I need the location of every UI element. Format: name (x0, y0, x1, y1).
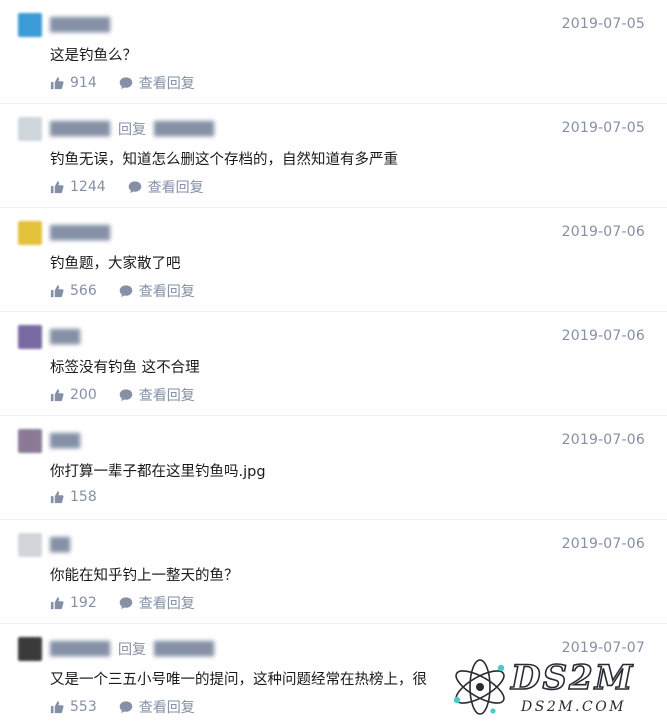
view-replies-label: 查看回复 (147, 180, 204, 196)
thumbs-up-icon (50, 285, 64, 298)
reply-target-username[interactable]: ██████ (154, 642, 214, 657)
view-replies-label: 查看回复 (138, 284, 195, 300)
comment-item: ██ 2019-07-06 你能在知乎钓上一整天的鱼？ 192 查看回复 (0, 520, 667, 624)
comment-item: ██████ 2019-07-05 这是钓鱼么？ 914 查看回复 (0, 0, 667, 104)
comment-content: 钓鱼题，大家散了吧 (50, 256, 181, 272)
atom-logo-icon (453, 659, 505, 715)
comment-date: 2019-07-06 (561, 432, 645, 448)
comment-date: 2019-07-05 (561, 16, 645, 32)
comment-actions: 200 查看回复 (50, 385, 195, 405)
watermark-subtitle: DS2M.COM (521, 699, 627, 715)
comment-content: 你能在知乎钓上一整天的鱼？ (50, 568, 239, 584)
comment-actions: 1244 查看回复 (50, 177, 204, 197)
view-replies-label: 查看回复 (138, 596, 195, 612)
speech-bubble-icon (119, 77, 133, 90)
like-count: 1244 (70, 179, 106, 195)
comment-header: ███ (18, 324, 80, 350)
comment-date: 2019-07-06 (561, 328, 645, 344)
comment-header: ██████ (18, 12, 110, 38)
comment-content: 又是一个三五小号唯一的提问，这种问题经常在热榜上，很 (50, 672, 427, 688)
avatar[interactable] (18, 117, 42, 141)
like-button[interactable]: 553 (50, 699, 97, 715)
view-replies-button[interactable]: 查看回复 (128, 177, 204, 197)
view-replies-button[interactable]: 查看回复 (119, 281, 195, 301)
speech-bubble-icon (128, 181, 141, 194)
comment-date: 2019-07-06 (561, 224, 645, 240)
reply-indicator: 回复 (118, 642, 146, 658)
comment-header: ███ (18, 428, 80, 454)
comment-date: 2019-07-06 (561, 536, 645, 552)
avatar[interactable] (18, 637, 42, 661)
comment-content: 标签没有钓鱼 这不合理 (50, 360, 200, 376)
like-button[interactable]: 192 (50, 595, 97, 611)
speech-bubble-icon (119, 597, 133, 610)
view-replies-button[interactable]: 查看回复 (119, 385, 195, 405)
comment-header: ██████ 回复 ██████ (18, 636, 214, 662)
reply-indicator: 回复 (118, 122, 146, 138)
comment-item: ██████ 2019-07-06 钓鱼题，大家散了吧 566 查看回复 (0, 208, 667, 312)
like-count: 553 (70, 699, 97, 715)
thumbs-up-icon (50, 181, 64, 194)
comment-content: 钓鱼无误，知道怎么删这个存档的，自然知道有多严重 (50, 152, 398, 168)
comment-actions: 566 查看回复 (50, 281, 195, 301)
comment-actions: 553 查看回复 (50, 697, 195, 717)
avatar[interactable] (18, 429, 42, 453)
like-count: 566 (70, 283, 97, 299)
like-button[interactable]: 200 (50, 387, 97, 403)
comment-header: ██████ (18, 220, 110, 246)
reply-target-username[interactable]: ██████ (154, 122, 214, 137)
avatar[interactable] (18, 221, 42, 245)
thumbs-up-icon (50, 701, 64, 714)
like-count: 192 (70, 595, 97, 611)
username[interactable]: ███ (50, 434, 80, 449)
comment-item: ███ 2019-07-06 你打算一辈子都在这里钓鱼吗.jpg 158 (0, 416, 667, 520)
comment-header: ██ (18, 532, 70, 558)
view-replies-button[interactable]: 查看回复 (119, 593, 195, 613)
comment-content: 你打算一辈子都在这里钓鱼吗.jpg (50, 464, 266, 480)
avatar[interactable] (18, 325, 42, 349)
speech-bubble-icon (119, 389, 133, 402)
comment-actions: 158 (50, 489, 97, 505)
comment-content: 这是钓鱼么？ (50, 48, 137, 64)
thumbs-up-icon (50, 597, 64, 610)
username[interactable]: ██████ (50, 642, 110, 657)
view-replies-button[interactable]: 查看回复 (119, 73, 195, 93)
comment-actions: 192 查看回复 (50, 593, 195, 613)
like-button[interactable]: 158 (50, 489, 97, 505)
comment-item: ██████ 回复 ██████ 2019-07-05 钓鱼无误，知道怎么删这个… (0, 104, 667, 208)
watermark-title: DS2M (510, 657, 635, 699)
comment-list: ██████ 2019-07-05 这是钓鱼么？ 914 查看回复 ██████… (0, 0, 667, 728)
username[interactable]: ██████ (50, 226, 110, 241)
comment-item: ███ 2019-07-06 标签没有钓鱼 这不合理 200 查看回复 (0, 312, 667, 416)
like-button[interactable]: 914 (50, 75, 97, 91)
like-count: 158 (70, 489, 97, 505)
like-count: 914 (70, 75, 97, 91)
view-replies-button[interactable]: 查看回复 (119, 697, 195, 717)
view-replies-label: 查看回复 (138, 76, 195, 92)
avatar[interactable] (18, 533, 42, 557)
username[interactable]: ███ (50, 330, 80, 345)
view-replies-label: 查看回复 (138, 388, 195, 404)
like-count: 200 (70, 387, 97, 403)
site-watermark: DS2M DS2M.COM (447, 656, 663, 720)
comment-header: ██████ 回复 ██████ (18, 116, 214, 142)
username[interactable]: ██ (50, 538, 70, 553)
comment-actions: 914 查看回复 (50, 73, 195, 93)
view-replies-label: 查看回复 (138, 700, 195, 716)
speech-bubble-icon (119, 285, 133, 298)
thumbs-up-icon (50, 77, 64, 90)
like-button[interactable]: 566 (50, 283, 97, 299)
like-button[interactable]: 1244 (50, 179, 106, 195)
comment-date: 2019-07-07 (561, 640, 645, 656)
speech-bubble-icon (119, 701, 133, 714)
thumbs-up-icon (50, 491, 64, 504)
username[interactable]: ██████ (50, 18, 110, 33)
avatar[interactable] (18, 13, 42, 37)
comment-date: 2019-07-05 (561, 120, 645, 136)
thumbs-up-icon (50, 389, 64, 402)
username[interactable]: ██████ (50, 122, 110, 137)
